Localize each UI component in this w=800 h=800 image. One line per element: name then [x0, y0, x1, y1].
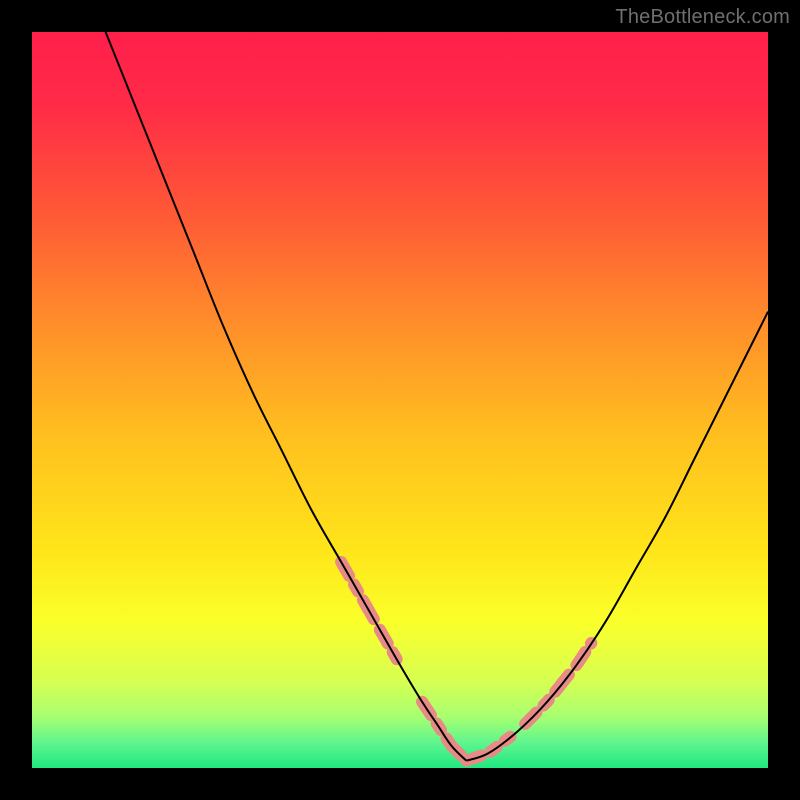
left-curve	[106, 32, 467, 761]
right-curve	[466, 312, 768, 761]
watermark-text: TheBottleneck.com	[615, 6, 790, 29]
highlight-segment	[525, 643, 591, 724]
highlight-segment	[466, 737, 510, 761]
highlight-segments	[341, 562, 591, 761]
chart-frame: TheBottleneck.com	[0, 0, 800, 800]
curve-layer	[32, 32, 768, 768]
plot-area	[32, 32, 768, 768]
